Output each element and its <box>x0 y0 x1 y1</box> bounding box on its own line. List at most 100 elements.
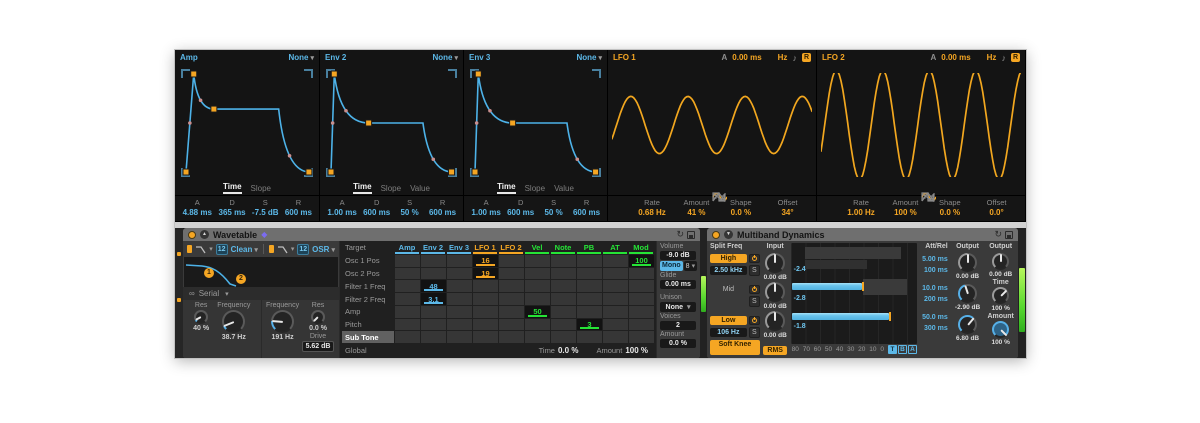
matrix-cell[interactable]: 19 <box>473 267 498 280</box>
rms-button[interactable]: RMS <box>763 346 787 355</box>
high-release-value[interactable]: 100 ms <box>924 265 948 276</box>
low-output-knob[interactable] <box>958 315 978 334</box>
wavetable-title-bar[interactable]: ▲ Wavetable ◆ ↻ <box>183 228 700 241</box>
matrix-row-pitch[interactable]: Pitch <box>342 319 394 331</box>
matrix-cell[interactable]: 48 <box>421 280 446 293</box>
matrix-cell[interactable] <box>603 280 628 293</box>
matrix-cell[interactable] <box>551 254 576 267</box>
matrix-cell[interactable] <box>473 280 498 293</box>
lowpass-icon[interactable]: ▾ <box>195 245 213 254</box>
matrix-column-header[interactable]: Amp <box>394 242 420 254</box>
matrix-cell[interactable] <box>447 254 472 267</box>
sync-note-icon[interactable]: ♪ <box>792 53 797 63</box>
sync-note-icon[interactable]: ♪ <box>1001 53 1006 63</box>
matrix-cell[interactable] <box>395 305 420 318</box>
mid-release-value[interactable]: 200 ms <box>924 294 948 305</box>
matrix-cell[interactable] <box>603 331 628 344</box>
matrix-cell[interactable] <box>447 318 472 331</box>
matrix-cell[interactable] <box>499 280 524 293</box>
frequency-value[interactable]: 38.7 Hz <box>222 334 246 341</box>
matrix-cell[interactable] <box>551 331 576 344</box>
poly-voices-select[interactable]: 8 ▾ <box>683 261 698 271</box>
mod-source-select[interactable]: None ▾ <box>576 53 602 62</box>
lfo1-waveform-display[interactable] <box>608 65 816 202</box>
matrix-column-header[interactable]: Env 2 <box>420 242 446 254</box>
mid-input-knob[interactable] <box>765 282 786 302</box>
filter-response-display[interactable]: 1 2 <box>184 257 338 287</box>
env2-graph[interactable] <box>320 65 463 181</box>
mid-output-knob[interactable] <box>958 284 978 303</box>
tab-slope[interactable]: Slope <box>251 184 271 193</box>
sustain-value[interactable]: 50 % <box>393 208 426 217</box>
matrix-cell[interactable] <box>499 267 524 280</box>
matrix-row-osc-2-pos[interactable]: Osc 2 Pos <box>342 268 394 280</box>
volume-value[interactable]: -9.0 dB <box>660 251 696 260</box>
lfo2-waveform-display[interactable] <box>817 65 1025 202</box>
matrix-row-amp[interactable]: Amp <box>342 306 394 318</box>
low-solo-button[interactable]: S <box>748 327 760 338</box>
device-activator-led[interactable] <box>712 230 720 239</box>
hotswap-device-icon[interactable]: ↻ <box>994 230 1002 239</box>
matrix-cell[interactable] <box>577 305 602 318</box>
unison-mode-select[interactable]: None ▾ <box>660 302 696 312</box>
voices-value[interactable]: 2 <box>660 321 696 330</box>
matrix-cell[interactable] <box>629 267 654 280</box>
matrix-cell[interactable] <box>473 293 498 305</box>
matrix-column-header[interactable]: Env 3 <box>446 242 472 254</box>
save-preset-icon[interactable] <box>687 230 695 239</box>
matrix-cell[interactable] <box>577 254 602 267</box>
matrix-cell[interactable] <box>603 267 628 280</box>
lfo-attack-value[interactable]: 0.00 ms <box>941 53 970 62</box>
band-display-canvas[interactable]: -2.4 -2.8 -1.8 <box>790 243 918 344</box>
matrix-cell[interactable] <box>603 254 628 267</box>
high-input-value[interactable]: 0.00 dB <box>764 274 787 281</box>
high-band-power-button[interactable] <box>748 254 760 263</box>
soft-knee-button[interactable]: Soft Knee <box>710 340 760 355</box>
high-split-freq-value[interactable]: 2.50 kHz <box>710 266 747 275</box>
master-output-value[interactable]: 0.00 dB <box>989 271 1012 278</box>
tab-slope[interactable]: Slope <box>525 184 545 193</box>
filter2-on-toggle[interactable] <box>268 245 274 253</box>
matrix-cell[interactable] <box>395 331 420 344</box>
offset-value[interactable]: 34° <box>763 208 812 217</box>
low-band-button[interactable]: Low <box>710 316 747 325</box>
tab-time[interactable]: Time <box>223 182 242 194</box>
matrix-cell[interactable] <box>499 305 524 318</box>
amount-value[interactable]: 100 % <box>883 208 927 217</box>
matrix-cell[interactable] <box>499 331 524 344</box>
shape-value[interactable]: 0.0 % <box>719 208 763 217</box>
matrix-cell[interactable] <box>421 318 446 331</box>
matrix-cell[interactable] <box>499 293 524 305</box>
retrigger-button[interactable]: R <box>1010 53 1020 62</box>
matrix-cell[interactable] <box>551 280 576 293</box>
matrix-column-header[interactable]: Vel <box>524 242 550 254</box>
matrix-column-header[interactable]: AT <box>602 242 628 254</box>
mono-poly-button[interactable]: Mono <box>660 261 683 271</box>
mode-a-button[interactable]: A <box>908 345 918 354</box>
mod-source-select[interactable]: None ▾ <box>432 53 458 62</box>
mid-solo-button[interactable]: S <box>748 296 760 307</box>
time-value[interactable]: 100 % <box>991 305 1009 312</box>
matrix-cell[interactable] <box>525 331 550 344</box>
low-input-knob[interactable] <box>765 311 786 331</box>
random-shape-icon[interactable] <box>921 192 935 202</box>
matrix-cell[interactable] <box>421 305 446 318</box>
matrix-cell[interactable] <box>603 318 628 331</box>
matrix-cell[interactable] <box>395 318 420 331</box>
matrix-cell[interactable] <box>447 331 472 344</box>
res-value[interactable]: 0.0 % <box>309 325 327 332</box>
lfo-attack-value[interactable]: 0.00 ms <box>732 53 761 62</box>
matrix-cell[interactable] <box>395 280 420 293</box>
drive-value[interactable]: 5.62 dB <box>301 341 335 352</box>
matrix-cell[interactable] <box>577 267 602 280</box>
matrix-cell[interactable] <box>421 331 446 344</box>
matrix-row-osc-1-pos[interactable]: Osc 1 Pos <box>342 255 394 267</box>
filter1-res-knob[interactable] <box>194 310 209 324</box>
multiband-title-bar[interactable]: ▼ Multiband Dynamics ↻ <box>707 228 1018 241</box>
amount-knob[interactable] <box>992 321 1010 338</box>
hotswap-device-icon[interactable]: ↻ <box>676 230 684 239</box>
matrix-cell[interactable] <box>551 305 576 318</box>
tab-value[interactable]: Value <box>554 184 574 193</box>
hz-mode-button[interactable]: Hz <box>778 53 788 62</box>
amount-value[interactable]: 100 % <box>991 339 1009 346</box>
